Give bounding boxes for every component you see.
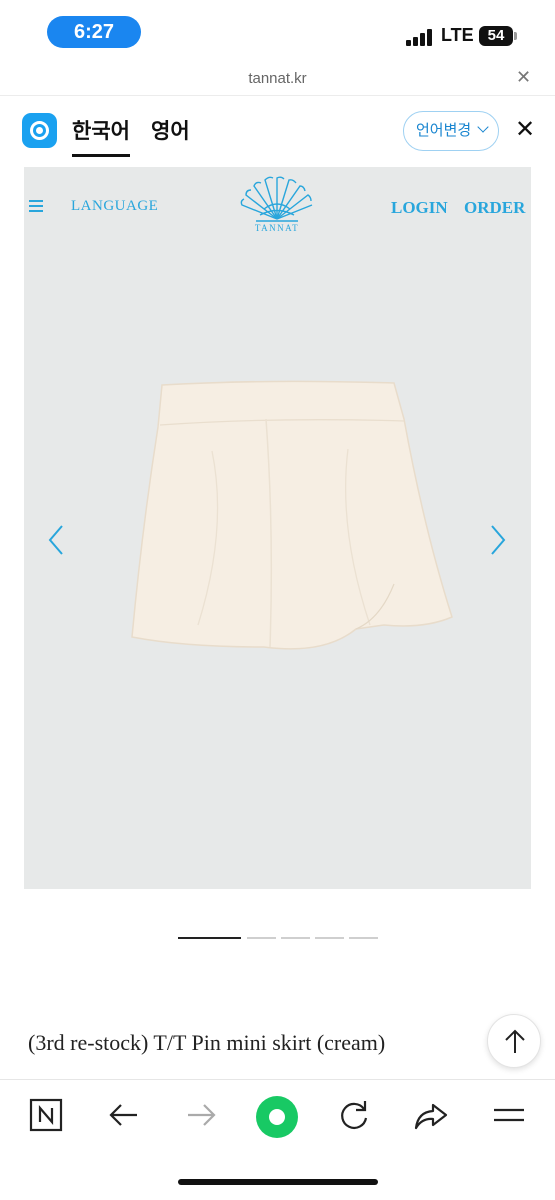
language-change-label: 언어변경 [416,122,472,139]
language-change-button[interactable]: 언어변경 [403,111,499,151]
shell-logo-icon [240,176,313,222]
translate-bar: 한국어 영어 언어변경 ✕ [0,97,555,165]
home-indicator [178,1179,378,1185]
gallery-pagination[interactable] [0,937,555,941]
papago-logo-icon [22,113,57,148]
scroll-to-top-button[interactable] [487,1014,541,1068]
pagination-dot[interactable] [315,937,344,939]
pagination-dot[interactable] [281,937,310,939]
language-link[interactable]: LANGUAGE [71,198,158,215]
url-text[interactable]: tannat.kr [0,70,555,87]
refresh-icon[interactable] [336,1098,376,1138]
pagination-dot[interactable] [247,937,276,939]
chevron-down-icon [477,121,489,133]
menu-lines-icon[interactable] [491,1098,531,1138]
product-image-viewer[interactable]: LANGUAGE TANNAT LOGIN ORDER [24,167,531,889]
product-photo-skirt [131,380,453,650]
share-icon[interactable] [413,1098,453,1138]
status-time: 6:27 [47,16,141,48]
status-bar: 6:27 LTE 54 [0,0,555,62]
naver-n-icon[interactable] [29,1098,69,1138]
arrow-up-icon [505,1029,525,1053]
network-label: LTE [441,25,474,45]
close-icon[interactable]: ✕ [516,67,531,88]
tab-target-language[interactable]: 영어 [151,115,190,145]
login-link[interactable]: LOGIN [391,198,448,218]
brand-logo[interactable]: TANNAT [234,175,320,237]
signal-icon [406,29,434,46]
battery-cap [514,32,517,40]
order-link[interactable]: ORDER [464,198,525,218]
back-arrow-icon[interactable] [107,1098,147,1138]
translate-close-icon[interactable]: ✕ [515,115,535,144]
pagination-dot-active[interactable] [178,937,241,939]
url-bar[interactable]: tannat.kr ✕ [0,62,555,96]
product-title: (3rd re-stock) T/T Pin mini skirt (cream… [28,1030,386,1055]
pagination-dot[interactable] [349,937,378,939]
brand-name: TANNAT [254,223,300,233]
green-home-icon[interactable] [256,1096,298,1138]
forward-arrow-icon[interactable] [184,1098,224,1138]
hamburger-icon[interactable] [29,200,43,212]
chevron-right-icon[interactable] [490,525,506,555]
tab-source-language[interactable]: 한국어 [72,115,130,157]
battery-icon: 54 [479,26,513,46]
chevron-left-icon[interactable] [48,525,64,555]
